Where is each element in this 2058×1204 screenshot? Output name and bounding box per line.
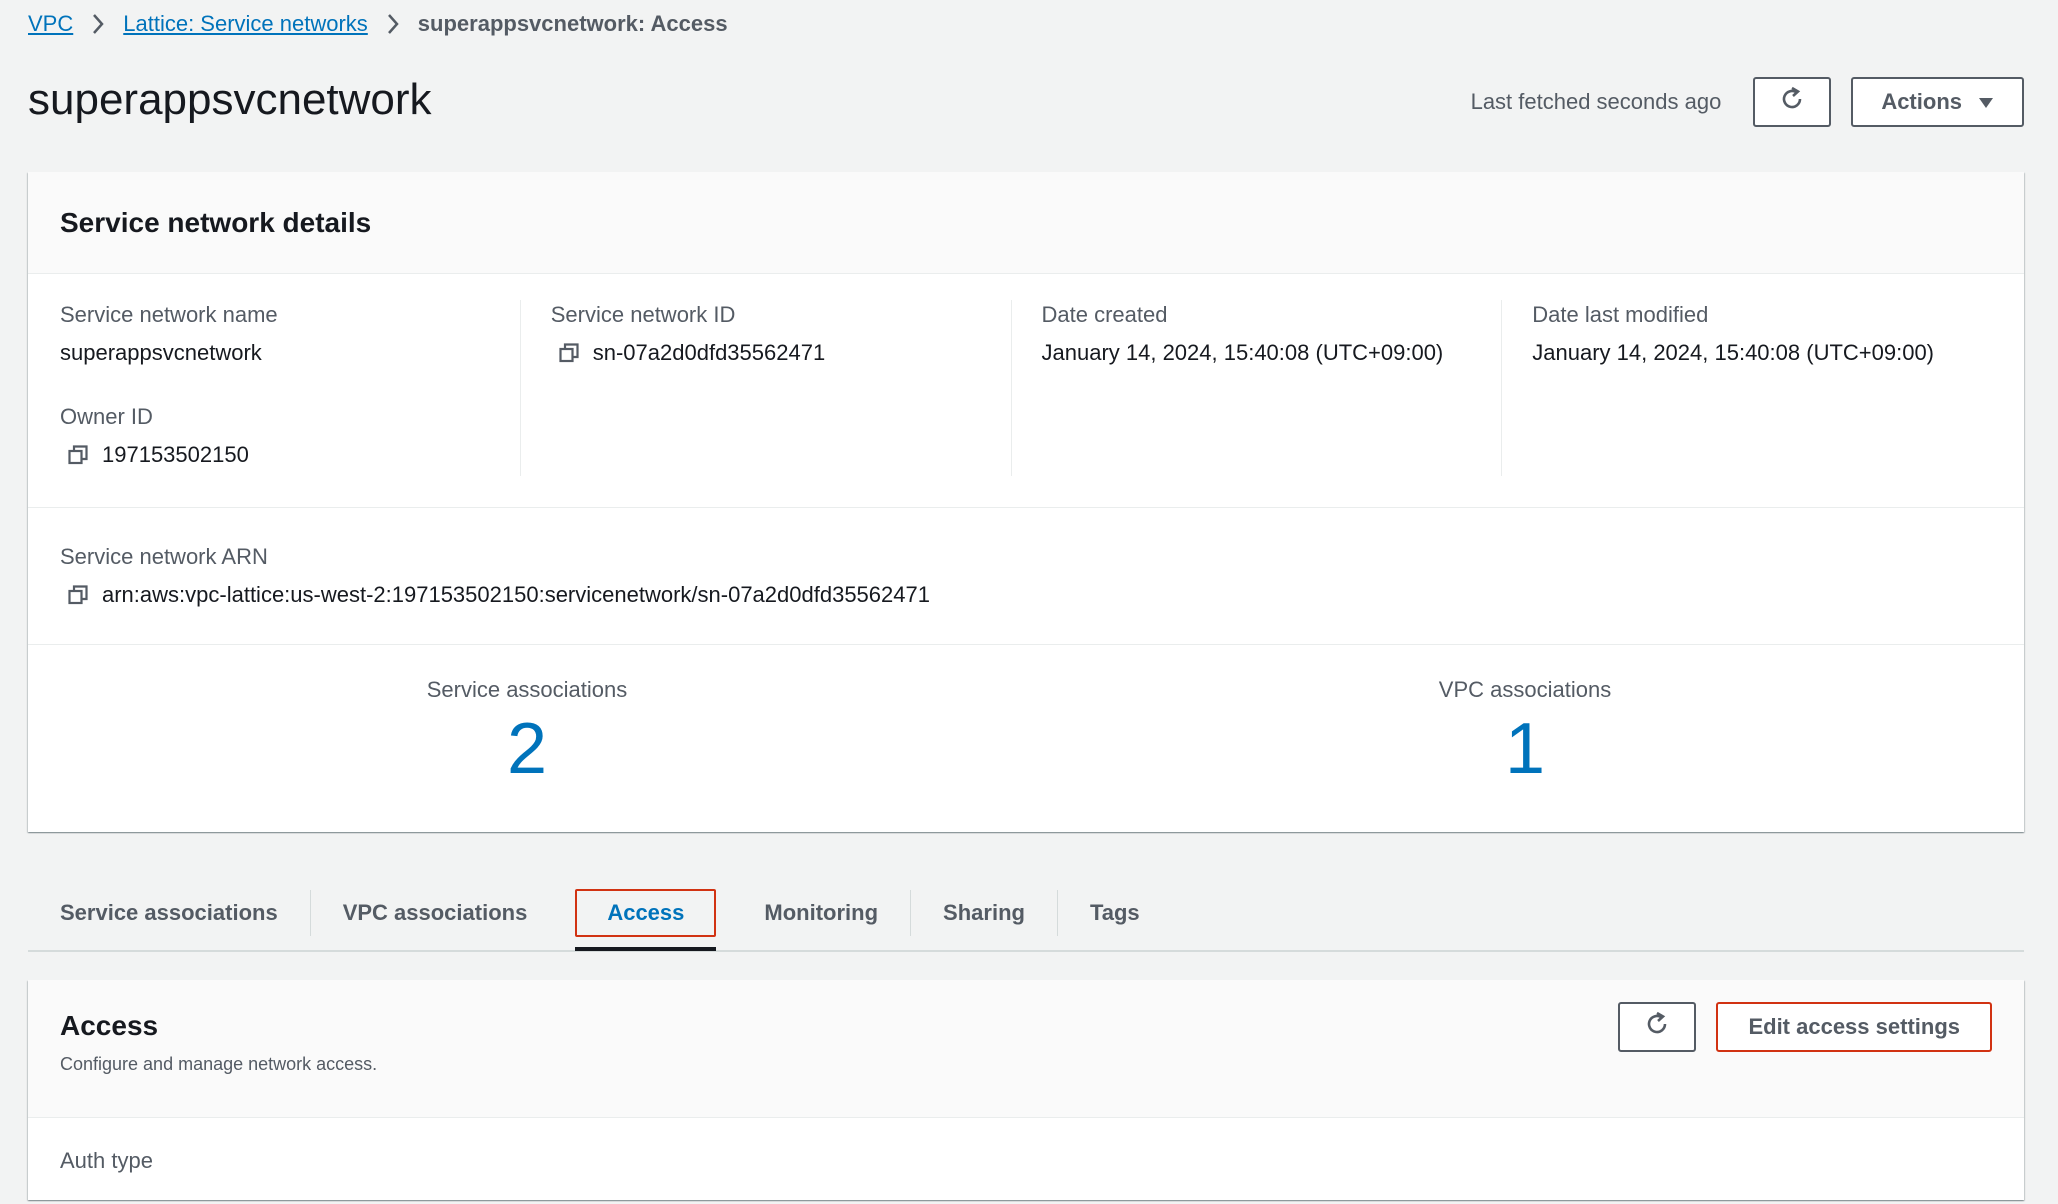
owner-id-value-row: 197153502150: [60, 440, 490, 470]
network-id-label: Service network ID: [550, 302, 736, 327]
access-refresh-button[interactable]: [1618, 1002, 1697, 1052]
field-owner-id: Owner ID 197153502150: [60, 402, 490, 470]
access-description: Configure and manage network access.: [60, 1054, 378, 1074]
arn-value-row: arn:aws:vpc-lattice:us-west-2:1971535021…: [60, 580, 1992, 610]
network-id-value-row: sn-07a2d0dfd35562471: [551, 338, 981, 368]
refresh-icon: [1778, 85, 1806, 119]
refresh-button[interactable]: [1753, 77, 1832, 127]
service-associations-count-block: Service associations 2: [28, 645, 1026, 831]
caret-down-icon: [1978, 89, 1994, 115]
last-fetched-text: Last fetched seconds ago: [1470, 89, 1722, 114]
access-panel: Access Configure and manage network acce…: [28, 980, 2024, 1200]
copy-icon[interactable]: [68, 585, 88, 605]
date-modified-value: January 14, 2024, 15:40:08 (UTC+09:00): [1532, 340, 1935, 365]
details-panel-title: Service network details: [60, 206, 372, 238]
chevron-right-icon: [386, 13, 400, 35]
service-network-details-panel: Service network details Service network …: [28, 172, 2024, 832]
owner-id-label: Owner ID: [60, 404, 153, 429]
tab-access[interactable]: Access: [575, 889, 717, 951]
edit-access-settings-button[interactable]: Edit access settings: [1716, 1002, 1992, 1052]
field-date-created: Date created January 14, 2024, 15:40:08 …: [1042, 300, 1472, 368]
header-actions: Last fetched seconds ago Actions: [1471, 77, 2024, 127]
details-column-name: Service network name superappsvcnetwork …: [60, 300, 521, 476]
breadcrumb-service-networks-link[interactable]: Lattice: Service networks: [123, 11, 368, 37]
access-actions: Edit access settings: [1618, 1002, 1992, 1052]
tab-vpc-associations[interactable]: VPC associations: [311, 890, 560, 936]
date-created-value: January 14, 2024, 15:40:08 (UTC+09:00): [1041, 340, 1444, 365]
breadcrumb-current: superappsvcnetwork: Access: [417, 11, 728, 36]
tab-monitoring[interactable]: Monitoring: [732, 890, 912, 936]
tab-sharing[interactable]: Sharing: [911, 890, 1058, 936]
date-created-label: Date created: [1041, 302, 1168, 327]
chevron-right-icon: [91, 13, 105, 35]
network-name-label: Service network name: [60, 302, 278, 327]
owner-id-value: 197153502150: [102, 442, 249, 467]
actions-dropdown-button[interactable]: Actions: [1851, 77, 2024, 127]
copy-icon[interactable]: [68, 445, 88, 465]
auth-type-label: Auth type: [60, 1148, 153, 1173]
arn-section: Service network ARN arn:aws:vpc-lattice:…: [28, 508, 2024, 645]
vpc-associations-count-label: VPC associations: [1438, 677, 1612, 702]
network-id-value: sn-07a2d0dfd35562471: [592, 340, 826, 365]
network-name-value: superappsvcnetwork: [60, 340, 262, 365]
vpc-associations-count-block: VPC associations 1: [1026, 645, 2024, 831]
details-column-created: Date created January 14, 2024, 15:40:08 …: [1042, 300, 1503, 476]
date-modified-label: Date last modified: [1532, 302, 1709, 327]
field-network-name: Service network name superappsvcnetwork: [60, 300, 490, 368]
breadcrumb: VPC Lattice: Service networks superappsv…: [28, 6, 728, 42]
details-panel-header: Service network details: [28, 172, 2024, 274]
actions-button-label: Actions: [1881, 89, 1962, 114]
refresh-icon: [1643, 1010, 1671, 1044]
service-associations-count-label: Service associations: [426, 677, 628, 702]
breadcrumb-vpc-link[interactable]: VPC: [28, 11, 73, 37]
copy-icon[interactable]: [559, 343, 579, 363]
access-panel-header: Access Configure and manage network acce…: [28, 980, 2024, 1118]
details-column-modified: Date last modified January 14, 2024, 15:…: [1532, 300, 1992, 476]
service-associations-count-link[interactable]: 2: [507, 709, 547, 789]
association-counts: Service associations 2 VPC associations …: [28, 645, 2024, 831]
arn-value: arn:aws:vpc-lattice:us-west-2:1971535021…: [102, 582, 930, 607]
vpc-associations-count-link[interactable]: 1: [1505, 709, 1545, 789]
tab-tags[interactable]: Tags: [1058, 890, 1172, 936]
field-date-modified: Date last modified January 14, 2024, 15:…: [1532, 300, 1962, 368]
details-column-id: Service network ID sn-07a2d0dfd35562471: [551, 300, 1012, 476]
tab-bar: Service associations VPC associations Ac…: [28, 876, 2024, 952]
arn-label: Service network ARN: [60, 544, 268, 569]
page-title: superappsvcnetwork: [28, 75, 432, 124]
details-grid: Service network name superappsvcnetwork …: [28, 274, 2024, 508]
tab-service-associations[interactable]: Service associations: [28, 890, 311, 936]
field-network-id: Service network ID sn-07a2d0dfd35562471: [551, 300, 981, 368]
access-panel-body: Auth type: [28, 1118, 2024, 1204]
